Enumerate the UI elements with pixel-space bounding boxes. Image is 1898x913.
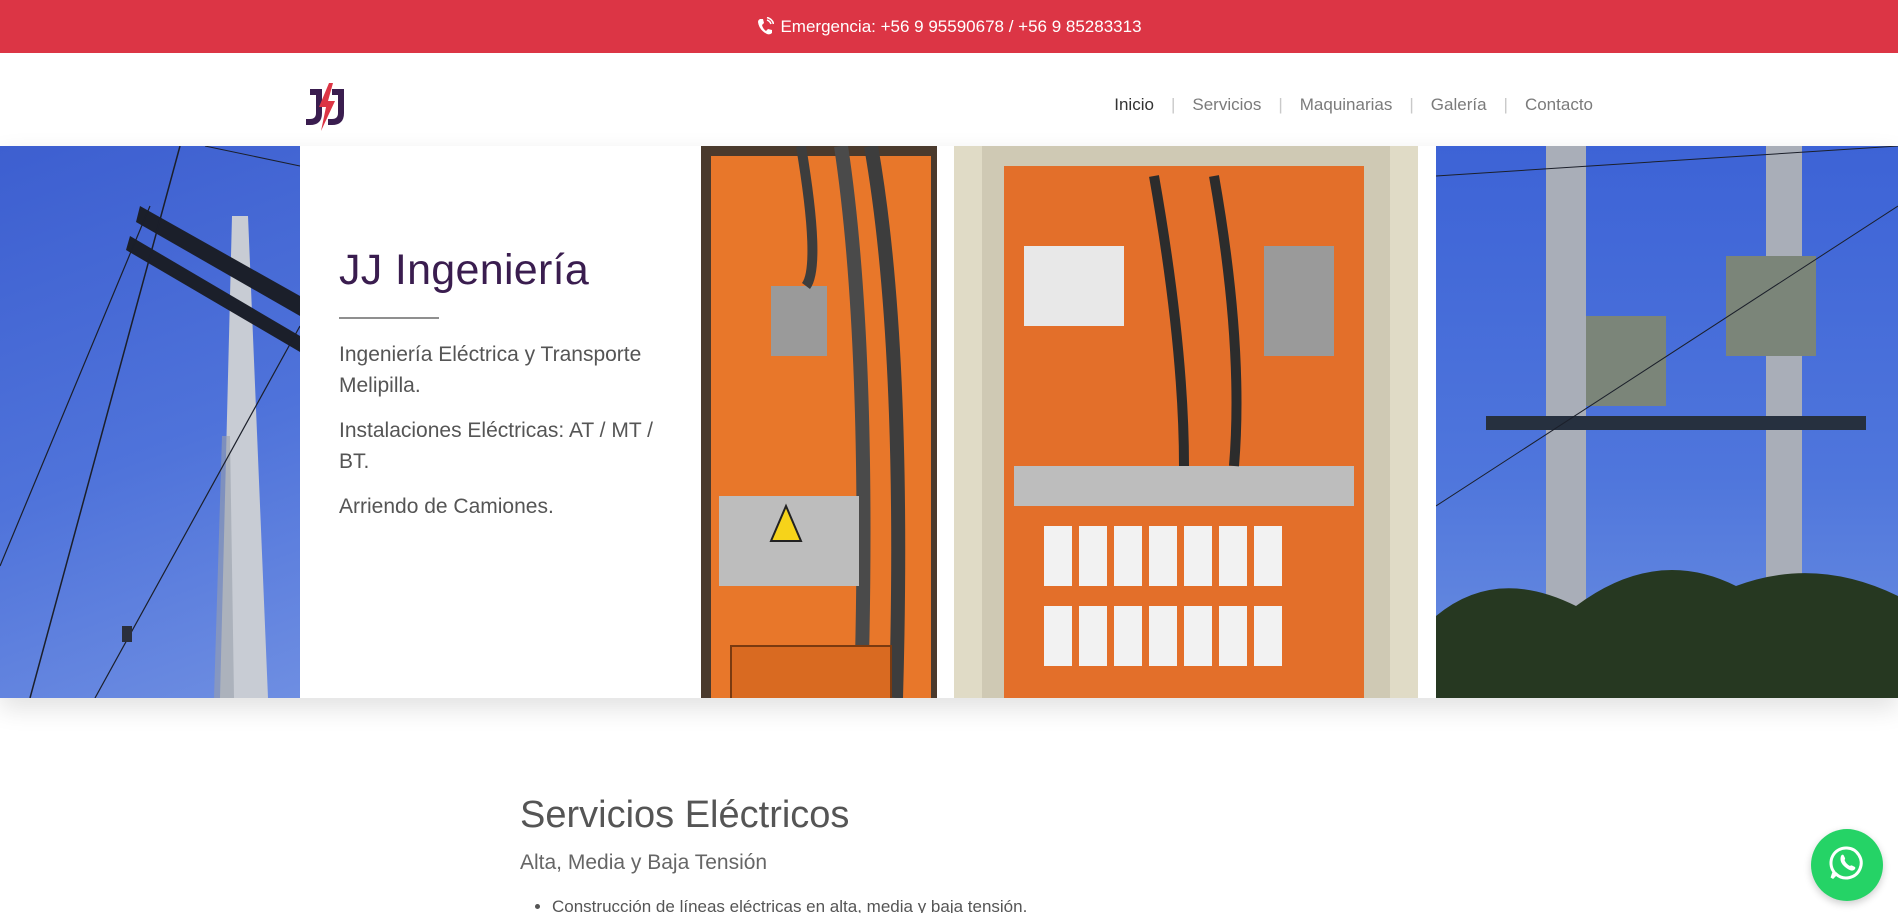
whatsapp-icon <box>1829 845 1865 886</box>
hero-image-electrical-panel <box>701 146 937 698</box>
main-nav: Inicio | Servicios | Maquinarias | Galer… <box>1114 95 1593 115</box>
services-title: Servicios Eléctricos <box>520 794 850 836</box>
nav-separator: | <box>1170 95 1176 114</box>
phone-volume-icon <box>756 16 775 37</box>
site-header: Inicio | Servicios | Maquinarias | Galer… <box>0 53 1898 146</box>
list-item: Construcción de líneas eléctricas en alt… <box>552 897 1027 913</box>
services-subtitle: Alta, Media y Baja Tensión <box>520 851 768 874</box>
hero-paragraph: Arriendo de Camiones. <box>339 495 554 518</box>
nav-item-servicios[interactable]: Servicios <box>1192 95 1261 115</box>
hero-text-card: JJ Ingeniería Ingeniería Eléctrica y Tra… <box>339 246 659 536</box>
nav-item-inicio[interactable]: Inicio <box>1114 95 1154 115</box>
hero-section: JJ Ingeniería Ingeniería Eléctrica y Tra… <box>0 146 1898 698</box>
hero-title: JJ Ingeniería <box>339 246 590 294</box>
jj-logo[interactable] <box>302 83 356 131</box>
services-list: Construcción de líneas eléctricas en alt… <box>552 897 1027 913</box>
nav-separator: | <box>1409 95 1414 114</box>
emergency-phone-text[interactable]: Emergencia: +56 9 95590678 / +56 9 85283… <box>780 17 1141 37</box>
hero-divider <box>339 317 439 319</box>
services-section: Servicios Eléctricos Alta, Media y Baja … <box>520 794 1027 913</box>
hero-paragraph: Instalaciones Eléctricas: AT / MT / BT. <box>339 419 653 473</box>
hero-image-transformers <box>1436 146 1898 698</box>
hero-paragraph: Ingeniería Eléctrica y Transporte Melipi… <box>339 343 642 397</box>
nav-item-galeria[interactable]: Galería <box>1431 95 1487 115</box>
whatsapp-button[interactable] <box>1811 829 1883 901</box>
nav-item-contacto[interactable]: Contacto <box>1525 95 1593 115</box>
nav-separator: | <box>1503 95 1508 114</box>
hero-image-power-pole <box>0 146 300 698</box>
hero-image-electrical-cabinet <box>954 146 1418 698</box>
nav-item-maquinarias[interactable]: Maquinarias <box>1300 95 1393 115</box>
nav-separator: | <box>1278 95 1283 114</box>
emergency-bar: Emergencia: +56 9 95590678 / +56 9 85283… <box>0 0 1898 53</box>
